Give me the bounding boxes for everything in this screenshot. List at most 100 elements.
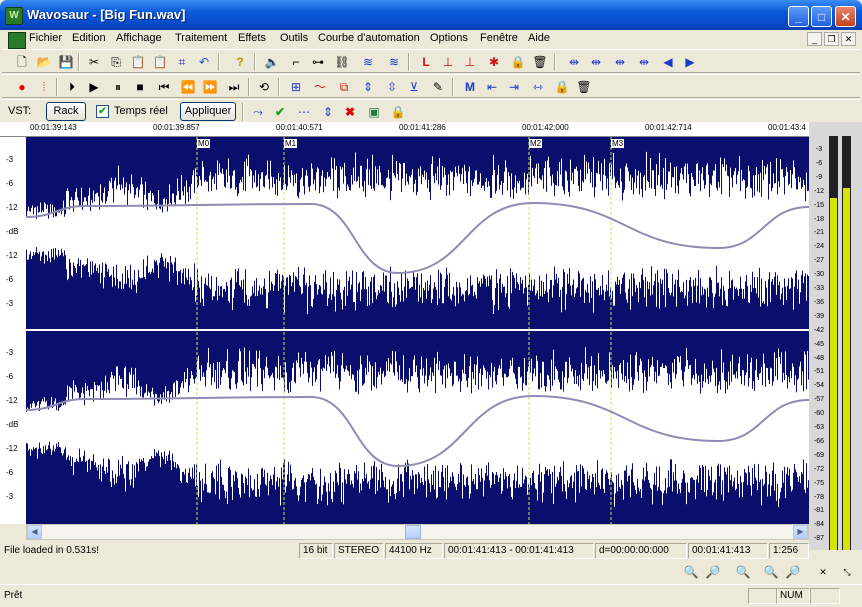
- mdi-minimize-button[interactable]: _: [807, 32, 822, 46]
- amplify-icon[interactable]: ⇳: [384, 79, 400, 95]
- minimize-button[interactable]: _: [788, 6, 809, 27]
- waveform-canvas[interactable]: [26, 137, 809, 524]
- marker-l-icon[interactable]: L: [418, 54, 434, 70]
- insert-icon[interactable]: ⊞: [288, 79, 304, 95]
- marker-delete-icon[interactable]: ✱: [486, 54, 502, 70]
- trash-icon[interactable]: 🗑: [532, 54, 548, 70]
- scroll-left-button[interactable]: ◀: [27, 525, 42, 539]
- bypass-icon[interactable]: ▣: [366, 104, 382, 120]
- marker-left-icon[interactable]: ⊥: [440, 54, 456, 70]
- lock-icon[interactable]: 🔒: [510, 54, 526, 70]
- lock-marker-icon[interactable]: 🔒: [554, 79, 570, 95]
- zoom-out-h-icon[interactable]: ⇹: [612, 54, 628, 70]
- ok-icon[interactable]: ✔: [272, 104, 288, 120]
- meter-label: -54: [813, 382, 825, 390]
- menu-fenetre[interactable]: Fenêtre: [480, 32, 518, 44]
- forward-icon[interactable]: ⏩: [202, 79, 218, 95]
- paste-icon[interactable]: 📋: [130, 54, 146, 70]
- trim-icon[interactable]: ⌗: [174, 54, 190, 70]
- menu-affichage[interactable]: Affichage: [116, 32, 162, 44]
- marker-label[interactable]: M2: [529, 139, 543, 148]
- scroll-right-button[interactable]: ▶: [793, 525, 808, 539]
- zoom-fit-icon[interactable]: ⇹: [566, 54, 582, 70]
- menu-fichier[interactable]: Fichier: [29, 32, 62, 44]
- points-icon[interactable]: ⋯: [296, 104, 312, 120]
- pencil-icon[interactable]: ✎: [430, 79, 446, 95]
- stop-icon[interactable]: ■: [132, 79, 148, 95]
- m-marker-icon[interactable]: M: [462, 79, 478, 95]
- zoom-full-icon[interactable]: 🔍: [734, 563, 752, 581]
- marker-label[interactable]: M3: [611, 139, 625, 148]
- scroll-left-icon[interactable]: ◀: [660, 54, 676, 70]
- zoom-in-h-icon[interactable]: ⇹: [588, 54, 604, 70]
- marker-prev-icon[interactable]: ⇤: [484, 79, 500, 95]
- document-icon[interactable]: [8, 32, 26, 49]
- apply-button[interactable]: Appliquer: [180, 102, 236, 121]
- marker-next-icon[interactable]: ⇥: [506, 79, 522, 95]
- menu-edition[interactable]: Edition: [72, 32, 106, 44]
- scroll-right-icon[interactable]: ▶: [682, 54, 698, 70]
- play-from-cursor-icon[interactable]: ⏵: [64, 79, 80, 95]
- fade-icon[interactable]: ⊻: [406, 79, 422, 95]
- waveform-icon[interactable]: ≋: [360, 54, 376, 70]
- help-icon[interactable]: ?: [232, 54, 248, 70]
- go-start-icon[interactable]: ⏮: [156, 79, 172, 95]
- horizontal-scrollbar[interactable]: ◀ ▶: [26, 524, 809, 540]
- record-icon[interactable]: ●: [14, 79, 30, 95]
- marker-right-icon[interactable]: ⊥: [462, 54, 478, 70]
- link-icon[interactable]: ⛓: [334, 54, 350, 70]
- zoom-sel-icon[interactable]: ⇹: [636, 54, 652, 70]
- copy-process-icon[interactable]: ⧉: [336, 79, 352, 95]
- level-icon[interactable]: ⦙: [36, 79, 52, 95]
- loop-icon[interactable]: ⟲: [256, 79, 272, 95]
- maximize-button[interactable]: □: [811, 6, 832, 27]
- envelope-point-icon[interactable]: ⊶: [310, 54, 326, 70]
- play-icon[interactable]: ▶: [86, 79, 102, 95]
- pause-icon[interactable]: ⏸: [110, 79, 126, 95]
- delete-marker-icon[interactable]: 🗑: [576, 79, 592, 95]
- menu-traitement[interactable]: Traitement: [175, 32, 227, 44]
- title-bar[interactable]: W Wavosaur - [Big Fun.wav] _ □ ✕: [0, 0, 862, 30]
- menu-options[interactable]: Options: [430, 32, 468, 44]
- save-icon[interactable]: 💾: [58, 54, 74, 70]
- open-folder-icon[interactable]: 📂: [36, 54, 52, 70]
- process-icon[interactable]: 〜: [312, 79, 328, 95]
- cancel-icon[interactable]: ✖: [342, 104, 358, 120]
- x-zoom-icon[interactable]: ✕: [814, 563, 832, 581]
- normalize-icon[interactable]: ⇕: [360, 79, 376, 95]
- marker-region-icon[interactable]: ⇿: [530, 79, 546, 95]
- speaker-icon[interactable]: 🔈: [264, 54, 280, 70]
- curve-icon[interactable]: ⤳: [250, 104, 266, 120]
- envelope-tool-icon[interactable]: ⌐: [288, 54, 304, 70]
- time-ruler[interactable]: 00:01:39:143 00:01:39:857 00:01:40:571 0…: [0, 122, 826, 137]
- undo-icon[interactable]: ↶: [196, 54, 212, 70]
- paste-mix-icon[interactable]: 📋: [152, 54, 168, 70]
- waveform-select-icon[interactable]: ≋: [386, 54, 402, 70]
- mdi-restore-button[interactable]: ❐: [824, 32, 839, 46]
- realtime-checkbox[interactable]: ✔: [96, 105, 109, 118]
- zoom-out-v-icon[interactable]: 🔎: [784, 563, 802, 581]
- lock-vst-icon[interactable]: 🔒: [390, 104, 406, 120]
- zoom-in-icon[interactable]: 🔍: [682, 563, 700, 581]
- rewind-icon[interactable]: ⏪: [180, 79, 196, 95]
- close-button[interactable]: ✕: [835, 6, 856, 27]
- scroll-thumb[interactable]: [405, 525, 421, 539]
- menu-outils[interactable]: Outils: [280, 32, 308, 44]
- zoom-in-v-icon[interactable]: 🔍: [762, 563, 780, 581]
- waveform-view[interactable]: M0 M1 M2 M3: [26, 137, 809, 524]
- vertical-icon[interactable]: ⇕: [320, 104, 336, 120]
- reset-zoom-icon[interactable]: ⤡: [838, 563, 856, 581]
- menu-courbe-automation[interactable]: Courbe d'automation: [318, 32, 420, 44]
- zoom-out-icon[interactable]: 🔎: [704, 563, 722, 581]
- copy-icon[interactable]: ⎘: [108, 54, 124, 70]
- menu-effets[interactable]: Effets: [238, 32, 266, 44]
- mdi-close-button[interactable]: ✕: [841, 32, 856, 46]
- marker-label[interactable]: M1: [284, 139, 298, 148]
- menu-aide[interactable]: Aide: [528, 32, 550, 44]
- rack-button[interactable]: Rack: [46, 102, 86, 121]
- marker-label[interactable]: M0: [197, 139, 211, 148]
- meter-label: -9: [815, 173, 823, 181]
- cut-icon[interactable]: ✂: [86, 54, 102, 70]
- new-file-icon[interactable]: 🗋: [14, 54, 30, 70]
- go-end-icon[interactable]: ⏭: [226, 79, 242, 95]
